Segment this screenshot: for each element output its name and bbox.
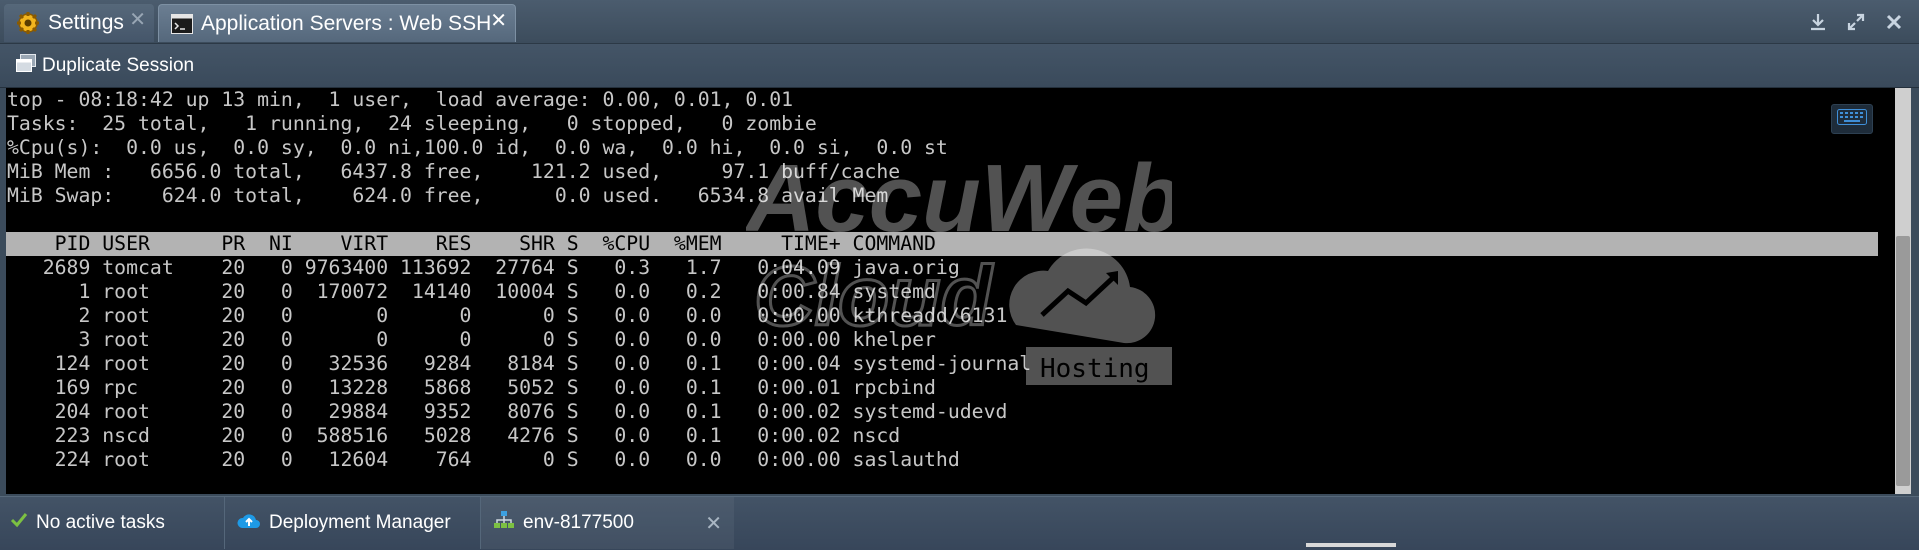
cpu-summary-line: %Cpu(s): 0.0 us, 0.0 sy, 0.0 ni,100.0 id… xyxy=(7,136,948,159)
duplicate-icon xyxy=(16,54,36,78)
active-indicator xyxy=(1306,543,1396,547)
tab-web-ssh-close-icon[interactable]: ✕ xyxy=(490,8,507,33)
process-row: 124 root 20 0 32536 9284 8184 S 0.0 0.1 … xyxy=(7,352,1032,375)
mem-summary-line: MiB Mem : 6656.0 total, 6437.8 free, 121… xyxy=(7,160,901,183)
environment-icon xyxy=(493,510,515,536)
tab-settings-close-icon[interactable]: ✕ xyxy=(129,7,146,32)
tasks-status[interactable]: No active tasks xyxy=(10,497,165,549)
terminal-scrollbar[interactable] xyxy=(1895,88,1911,494)
check-icon xyxy=(10,511,28,535)
tab-settings[interactable]: Settings ✕ xyxy=(4,4,154,42)
gear-icon xyxy=(16,11,40,35)
top-summary-line: top - 08:18:42 up 13 min, 1 user, load a… xyxy=(7,88,794,111)
tasks-summary-line: Tasks: 25 total, 1 running, 24 sleeping,… xyxy=(7,112,817,135)
process-row: 204 root 20 0 29884 9352 8076 S 0.0 0.1 … xyxy=(7,400,1008,423)
swap-summary-line: MiB Swap: 624.0 total, 624.0 free, 0.0 u… xyxy=(7,184,889,207)
process-row: 223 nscd 20 0 588516 5028 4276 S 0.0 0.1… xyxy=(7,424,901,447)
terminal-icon xyxy=(171,13,193,34)
duplicate-session-label: Duplicate Session xyxy=(42,55,195,76)
duplicate-session-button[interactable]: Duplicate Session xyxy=(16,52,194,80)
virtual-keyboard-button[interactable] xyxy=(1831,104,1873,134)
scrollbar-thumb[interactable] xyxy=(1896,236,1910,486)
process-row: 1 root 20 0 170072 14140 10004 S 0.0 0.2… xyxy=(7,280,936,303)
terminal-screen[interactable]: top - 08:18:42 up 13 min, 1 user, load a… xyxy=(6,88,1895,494)
toolbar: Duplicate Session xyxy=(0,44,1919,88)
environment-label: env-8177500 xyxy=(523,512,634,533)
process-row: 2 root 20 0 0 0 0 S 0.0 0.0 0:00.00 kthr… xyxy=(7,304,1008,327)
tab-bar: Settings ✕ Application Servers : Web SSH… xyxy=(0,0,1919,44)
deployment-manager-label: Deployment Manager xyxy=(269,512,451,533)
environment-tab[interactable]: env-8177500 ✕ xyxy=(480,497,734,549)
process-row: 169 rpc 20 0 13228 5868 5052 S 0.0 0.1 0… xyxy=(7,376,936,399)
tasks-status-label: No active tasks xyxy=(36,512,165,533)
keyboard-icon xyxy=(1837,108,1867,130)
expand-icon[interactable] xyxy=(1843,9,1869,35)
tab-web-ssh[interactable]: Application Servers : Web SSH ✕ xyxy=(158,4,516,42)
process-row: 3 root 20 0 0 0 0 S 0.0 0.0 0:00.00 khel… xyxy=(7,328,936,351)
cloud-upload-icon xyxy=(237,510,261,536)
environment-close-icon[interactable]: ✕ xyxy=(705,511,722,536)
process-table-header: PID USER PR NI VIRT RES SHR S %CPU %MEM … xyxy=(6,232,1878,256)
process-row: 224 root 20 0 12604 764 0 S 0.0 0.0 0:00… xyxy=(7,448,960,471)
window-controls xyxy=(1805,9,1907,35)
process-row: 2689 tomcat 20 0 9763400 113692 27764 S … xyxy=(7,256,960,279)
status-bar: No active tasks Deployment Manager env-8… xyxy=(0,496,1919,550)
tab-settings-label: Settings xyxy=(48,11,124,34)
deployment-manager-button[interactable]: Deployment Manager xyxy=(224,497,480,549)
download-icon[interactable] xyxy=(1805,9,1831,35)
close-icon[interactable] xyxy=(1881,9,1907,35)
tab-web-ssh-label: Application Servers : Web SSH xyxy=(201,11,492,35)
